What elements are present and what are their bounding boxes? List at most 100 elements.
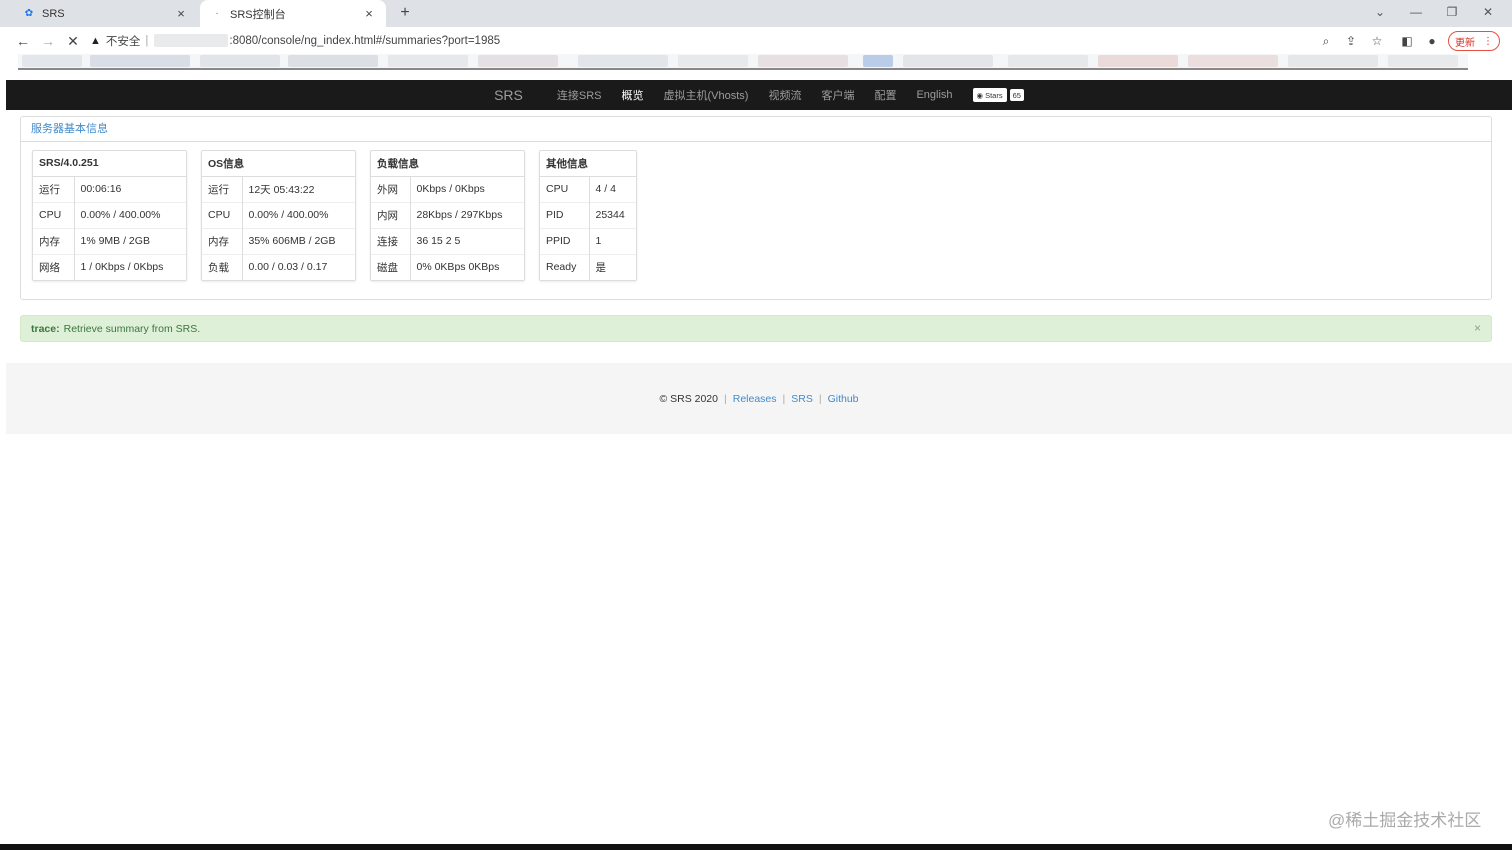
address-bar[interactable]: ▲ 不安全 | :8080/console/ng_index.html#/sum…: [90, 29, 1310, 52]
tab-search-icon[interactable]: ⌄: [1371, 3, 1389, 21]
bookmark-item[interactable]: [1188, 55, 1278, 67]
watermark: @稀土掘金技术社区: [1328, 811, 1482, 830]
bookmark-item[interactable]: [578, 55, 668, 67]
row-value: 0% 0KBps 0KBps: [410, 253, 524, 280]
stop-loading-button[interactable]: ✕: [64, 32, 82, 50]
panel-title: 服务器基本信息: [21, 117, 1491, 142]
side-panel-icon[interactable]: ◧: [1398, 32, 1416, 50]
bookmark-item[interactable]: [200, 55, 280, 67]
divider: |: [145, 34, 149, 47]
minimize-button[interactable]: —: [1407, 3, 1425, 21]
row-value: 36 15 2 5: [410, 227, 524, 254]
close-icon[interactable]: ×: [1474, 321, 1481, 335]
card-header: 其他信息: [540, 151, 636, 177]
bookmark-item[interactable]: [678, 55, 748, 67]
row-value: 是: [589, 253, 636, 280]
navbar-brand[interactable]: SRS: [494, 87, 523, 103]
forward-button[interactable]: →: [39, 32, 57, 50]
browser-tab-srs-console[interactable]: · SRS控制台 ×: [200, 0, 386, 27]
row-value: 4 / 4: [589, 175, 636, 202]
browser-toolbar: ← → ✕ ▲ 不安全 | :8080/console/ng_index.htm…: [0, 27, 1512, 54]
screen-bottom-edge: [0, 844, 1512, 850]
nav-configs[interactable]: 配置: [874, 87, 896, 103]
bookmark-item[interactable]: [1008, 55, 1088, 67]
bookmark-item[interactable]: [388, 55, 468, 67]
load-info-card: 负载信息 外网 0Kbps / 0Kbps 内网 28Kbps / 297Kbps …: [370, 150, 525, 281]
close-icon[interactable]: ×: [174, 6, 188, 21]
bookmark-item[interactable]: [478, 55, 558, 67]
card-header: SRS/4.0.251: [33, 151, 186, 177]
releases-link[interactable]: Releases: [733, 393, 777, 405]
security-label[interactable]: 不安全: [106, 33, 141, 49]
browser-tab-srs[interactable]: ✿ SRS ×: [12, 0, 198, 27]
copyright: © SRS 2020: [659, 392, 718, 405]
trace-alert: trace: Retrieve summary from SRS. ×: [20, 315, 1492, 342]
row-key: 外网: [371, 175, 411, 202]
row-value: 28Kbps / 297Kbps: [410, 201, 524, 228]
update-button[interactable]: 更新 ⋮: [1448, 31, 1500, 51]
warning-icon[interactable]: ▲: [90, 35, 101, 47]
bookmark-item[interactable]: [22, 55, 82, 67]
row-value: 25344: [589, 201, 636, 228]
srs-info-card: SRS/4.0.251 运行 00:06:16 CPU 0.00% / 400.00…: [32, 150, 187, 281]
bookmark-item[interactable]: [90, 55, 190, 67]
menu-kebab-icon: ⋮: [1483, 35, 1493, 47]
back-button[interactable]: ←: [14, 32, 32, 50]
close-window-button[interactable]: ✕: [1479, 3, 1497, 21]
bookmark-item[interactable]: [758, 55, 848, 67]
row-value: 1% 9MB / 2GB: [74, 227, 186, 254]
bookmark-item[interactable]: [863, 55, 893, 67]
row-key: Ready: [540, 253, 590, 280]
restore-button[interactable]: ❐: [1443, 3, 1461, 21]
new-tab-button[interactable]: +: [396, 4, 414, 22]
bookmark-item[interactable]: [1098, 55, 1178, 67]
server-info-panel: 服务器基本信息 SRS/4.0.251 运行 00:06:16 CPU 0.00% …: [20, 116, 1492, 300]
tab-title: SRS: [42, 7, 65, 20]
divider: |: [782, 392, 786, 405]
github-link[interactable]: Github: [828, 393, 859, 405]
page-content: SRS 连接SRS 概览 虚拟主机(Vhosts) 视频流 客户端 配置 Eng…: [6, 80, 1512, 850]
github-stars-badge[interactable]: ◉ Stars 65: [972, 88, 1024, 102]
nav-connect-srs[interactable]: 连接SRS: [557, 87, 602, 103]
row-key: 内存: [202, 227, 243, 254]
stars-count[interactable]: 65: [1009, 89, 1024, 101]
alert-label: trace:: [31, 322, 60, 335]
zoom-icon[interactable]: ⌕: [1317, 32, 1335, 50]
row-key: 运行: [202, 175, 243, 202]
nav-streams[interactable]: 视频流: [768, 87, 801, 103]
stars-label: Stars: [985, 90, 1003, 100]
loading-icon: ·: [215, 8, 219, 19]
browser-tab-bar: ✿ SRS × · SRS控制台 × + ⌄ — ❐ ✕: [0, 0, 1512, 27]
row-key: 连接: [371, 227, 411, 254]
row-value: 1: [589, 227, 636, 254]
alert-message: Retrieve summary from SRS.: [63, 322, 201, 335]
bookmark-item[interactable]: [1388, 55, 1458, 67]
row-key: PID: [540, 201, 590, 228]
row-value: 1 / 0Kbps / 0Kbps: [74, 253, 186, 280]
row-key: 网络: [33, 253, 75, 280]
profile-avatar-icon[interactable]: ●: [1423, 32, 1441, 50]
share-icon[interactable]: ⇪: [1342, 32, 1360, 50]
bookmark-item[interactable]: [288, 55, 378, 67]
srs-link[interactable]: SRS: [791, 393, 813, 405]
top-navbar: SRS 连接SRS 概览 虚拟主机(Vhosts) 视频流 客户端 配置 Eng…: [6, 80, 1512, 110]
bookmark-star-icon[interactable]: ☆: [1368, 32, 1386, 50]
nav-summaries[interactable]: 概览: [621, 87, 643, 103]
bookmark-item[interactable]: [1288, 55, 1378, 67]
row-key: 内网: [371, 201, 411, 228]
row-key: 运行: [33, 175, 75, 202]
url-text[interactable]: :8080/console/ng_index.html#/summaries?p…: [229, 35, 500, 47]
nav-clients[interactable]: 客户端: [821, 87, 854, 103]
row-value: 12天 05:43:22: [242, 175, 355, 202]
row-key: CPU: [202, 201, 243, 228]
bookmark-item[interactable]: [903, 55, 993, 67]
close-icon[interactable]: ×: [362, 6, 376, 21]
row-value: 0.00% / 400.00%: [74, 201, 186, 228]
nav-vhosts[interactable]: 虚拟主机(Vhosts): [663, 87, 748, 103]
row-key: PPID: [540, 227, 590, 254]
row-value: 0.00% / 400.00%: [242, 201, 355, 228]
nav-english[interactable]: English: [916, 89, 952, 101]
tab-title: SRS控制台: [230, 8, 286, 21]
github-icon: ◉: [976, 90, 984, 100]
github-stars-button[interactable]: ◉ Stars: [972, 88, 1007, 102]
